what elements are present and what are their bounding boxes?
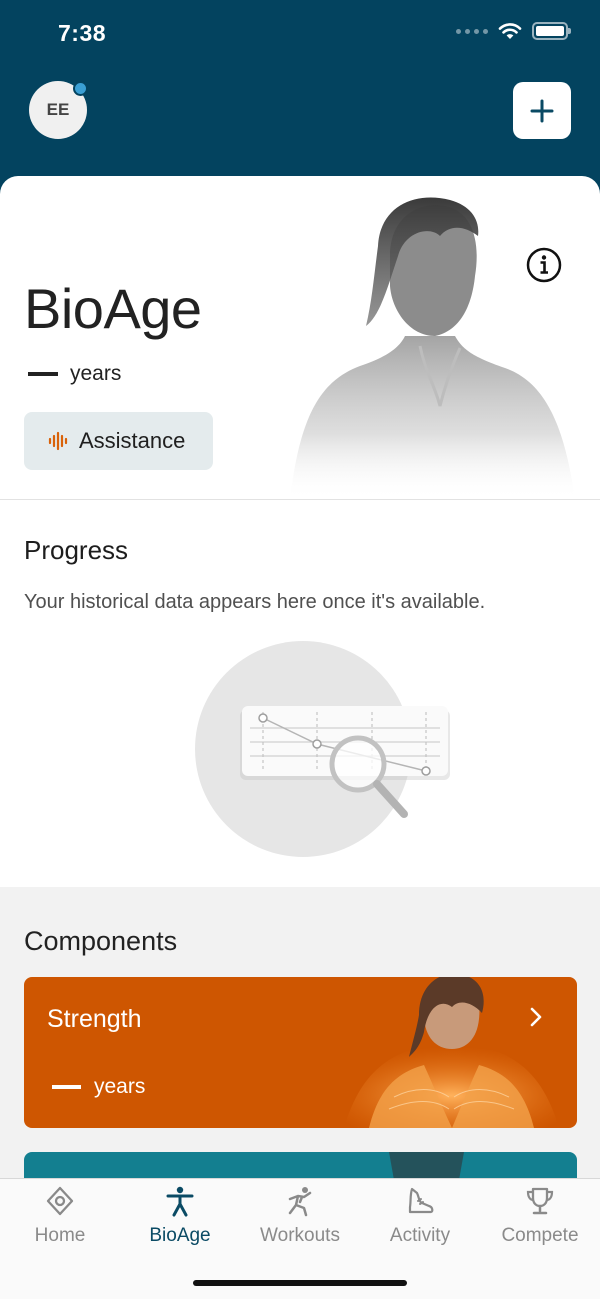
activity-icon: [408, 1187, 434, 1214]
tab-home[interactable]: Home: [0, 1185, 120, 1249]
progress-section: Progress Your historical data appears he…: [0, 499, 600, 887]
tab-bioage[interactable]: BioAge: [120, 1185, 240, 1249]
tab-activity[interactable]: Activity: [360, 1185, 480, 1249]
status-time: 7:38: [58, 20, 107, 46]
home-icon: [46, 1186, 74, 1216]
progress-title: Progress: [24, 535, 129, 565]
tab-label: Workouts: [260, 1225, 340, 1246]
component-years-label: years: [94, 1075, 146, 1098]
empty-value-dash: [28, 372, 58, 376]
add-button[interactable]: [513, 82, 571, 139]
tab-label: Home: [34, 1225, 86, 1246]
avatar-initials: EE: [46, 100, 70, 119]
tab-label: Compete: [501, 1225, 579, 1246]
signal-dots-icon: [456, 28, 488, 34]
info-icon[interactable]: [525, 246, 563, 284]
bioage-hero-card: BioAge years Assistance: [0, 176, 600, 500]
tab-compete[interactable]: Compete: [480, 1185, 600, 1249]
waveform-icon: [48, 431, 68, 451]
home-indicator: [193, 1280, 407, 1286]
assistance-button[interactable]: Assistance: [24, 412, 213, 470]
tab-workouts[interactable]: Workouts: [240, 1185, 360, 1249]
status-icons: [456, 22, 571, 40]
wifi-icon: [498, 23, 522, 39]
progress-description: Your historical data appears here once i…: [24, 591, 486, 613]
woman-portrait-image: [290, 197, 575, 500]
battery-icon: [532, 22, 571, 40]
trophy-icon: [526, 1187, 554, 1215]
components-title: Components: [24, 926, 178, 956]
strength-card[interactable]: Strength years: [24, 977, 577, 1128]
notification-dot: [73, 81, 88, 96]
tab-label: Activity: [389, 1225, 451, 1246]
page-title: BioAge: [24, 277, 202, 340]
component-name: Strength: [47, 1005, 142, 1033]
empty-value-dash: [52, 1085, 81, 1089]
component-years: years: [52, 1075, 145, 1099]
plus-icon: [530, 99, 554, 122]
bioage-years: years: [28, 362, 121, 386]
empty-chart-illustration: [195, 641, 450, 857]
strength-muscle-image: [344, 977, 559, 1128]
assistance-label: Assistance: [79, 428, 186, 453]
workouts-icon: [288, 1187, 312, 1217]
years-label: years: [70, 362, 122, 385]
person-icon: [166, 1186, 194, 1217]
chevron-right-icon: [530, 1007, 542, 1027]
tab-label: BioAge: [149, 1225, 211, 1246]
